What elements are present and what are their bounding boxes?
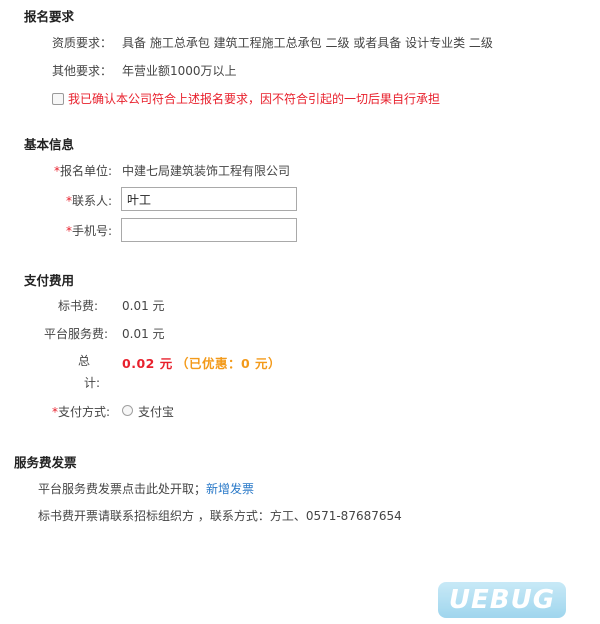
unit-label-text: 报名单位: [59, 164, 112, 178]
section-title-requirements: 报名要求 [24, 9, 75, 24]
other-requirements-label: 其他要求： [51, 64, 112, 78]
unit-value: 中建七局建筑装饰工程有限公司 [122, 164, 291, 178]
payment-method-label: *支付方式: [30, 403, 110, 420]
invoice-line-1: 平台服务费发票点击此处开取；新增发票 [38, 480, 254, 497]
platform-fee-value: 0.01 元 [122, 327, 165, 341]
payment-method-label-text: 支付方式: [57, 405, 110, 419]
alipay-label[interactable]: 支付宝 [138, 403, 174, 420]
contact-label-text: 联系人: [71, 194, 112, 208]
section-title-basic-info: 基本信息 [24, 137, 75, 152]
contact-input[interactable] [121, 187, 297, 211]
phone-label-text: 手机号: [71, 224, 112, 238]
section-title-payment: 支付费用 [24, 273, 75, 288]
contact-label: *联系人: [40, 192, 112, 209]
platform-fee-label: 平台服务费: [43, 327, 108, 341]
phone-label: *手机号: [40, 222, 112, 239]
section-title-invoice: 服务费发票 [14, 455, 77, 470]
confirm-checkbox[interactable] [52, 93, 64, 105]
discount-text: （已优惠：0 元） [176, 356, 282, 371]
other-requirements-value: 年营业额1000万以上 [122, 64, 237, 78]
watermark-text: UEBUG [448, 585, 556, 615]
confirm-text: 我已确认本公司符合上述报名要求，因不符合引起的一切后果自行承担 [68, 92, 441, 106]
invoice-line-2: 标书费开票请联系招标组织方 ，联系方式：方工、0571-87687654 [38, 509, 402, 523]
invoice-line-1-text: 平台服务费发票点击此处开取； [38, 482, 207, 496]
new-invoice-link[interactable]: 新增发票 [206, 482, 254, 496]
qualification-value: 具备 施工总承包 建筑工程施工总承包 二级 或者具备 设计专业类 二级 [122, 36, 493, 50]
total-label-bottom: 计: [83, 376, 100, 390]
alipay-radio[interactable] [122, 405, 133, 416]
bid-fee-label: 标书费: [57, 299, 98, 313]
qualification-label: 资质要求： [51, 36, 112, 50]
unit-label: *报名单位: [40, 162, 112, 179]
total-value: 0.02 元 [122, 356, 173, 371]
bid-fee-value: 0.01 元 [122, 299, 165, 313]
watermark-logo: UEBUG [438, 582, 566, 618]
phone-input[interactable] [121, 218, 297, 242]
total-label-top: 总 [77, 354, 90, 368]
